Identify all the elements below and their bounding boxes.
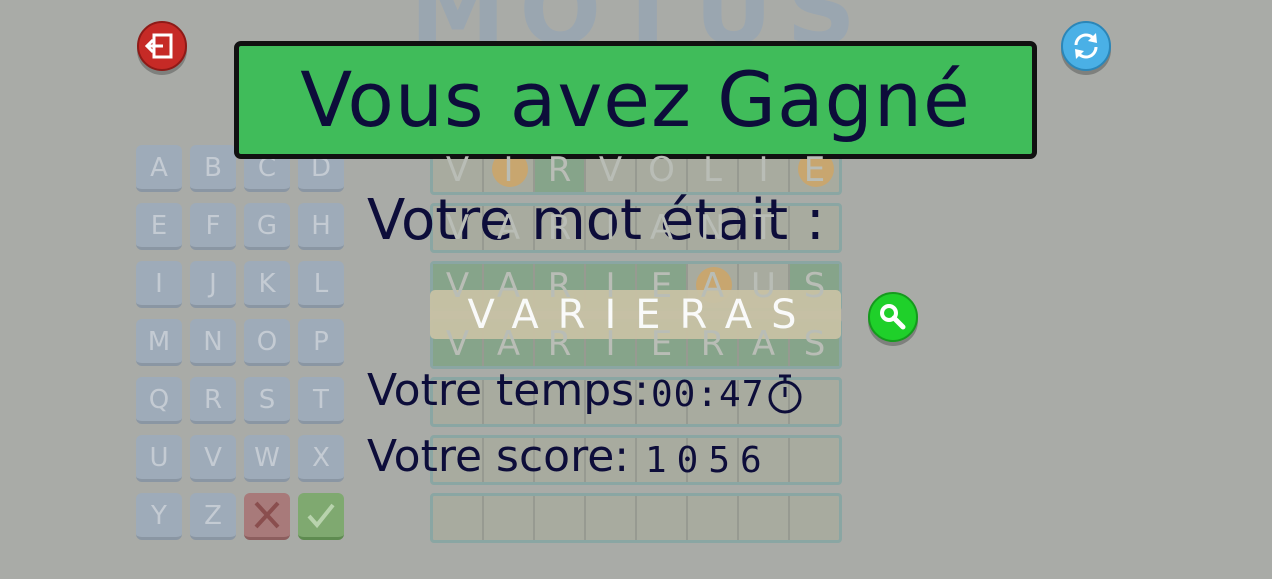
key-q[interactable]: Q (136, 377, 182, 424)
grid-letter: A (751, 324, 776, 364)
grid-letter: A (496, 266, 521, 306)
grid-letter: S (803, 266, 826, 306)
grid-cell (586, 496, 637, 540)
key-k[interactable]: K (244, 261, 290, 308)
grid-cell (790, 496, 839, 540)
cross-icon (254, 501, 280, 529)
grid-cell (688, 496, 739, 540)
exit-button[interactable] (137, 21, 187, 71)
key-l[interactable]: L (298, 261, 344, 308)
grid-cell (433, 496, 484, 540)
refresh-icon (1074, 33, 1098, 59)
grid-letter: A (700, 266, 725, 306)
key-s[interactable]: S (244, 377, 290, 424)
key-j[interactable]: J (190, 261, 236, 308)
grid-letter: I (605, 324, 616, 364)
score-value: 1056 (645, 440, 772, 481)
grid-letter: A (496, 324, 521, 364)
grid-letter: V (598, 150, 623, 190)
grid-letter: V (445, 324, 470, 364)
grid-letter: O (648, 150, 675, 190)
grid-cell (484, 496, 535, 540)
key-r[interactable]: R (190, 377, 236, 424)
solution-word-box: VARIERAS (430, 290, 841, 339)
grid-cell (790, 438, 839, 482)
key-o[interactable]: O (244, 319, 290, 366)
key-y[interactable]: Y (136, 493, 182, 540)
grid-letter: A (496, 208, 521, 248)
score-label: Votre score: (367, 431, 630, 482)
key-g[interactable]: G (244, 203, 290, 250)
grid-letter: R (547, 266, 572, 306)
exit-icon (144, 33, 173, 59)
search-icon (880, 304, 906, 330)
stopwatch-icon (768, 374, 802, 414)
key-f[interactable]: F (190, 203, 236, 250)
grid-letter: V (445, 266, 470, 306)
check-icon (307, 503, 335, 529)
grid-cell (535, 496, 586, 540)
grid-letter: A (649, 208, 674, 248)
grid-letter: N (699, 208, 726, 248)
time-value: 00:47 (651, 374, 765, 415)
grid-letter: I (605, 208, 616, 248)
solution-word: VARIERAS (467, 292, 816, 338)
grid-letter: L (703, 150, 722, 190)
key-p[interactable]: P (298, 319, 344, 366)
grid-letter: I (503, 150, 514, 190)
key-u[interactable]: U (136, 435, 182, 482)
grid-letter: E (650, 324, 673, 364)
grid-letter: R (547, 150, 572, 190)
grid-letter: E (650, 266, 673, 306)
win-banner: Vous avez Gagné (234, 41, 1037, 159)
definition-search-button[interactable] (868, 292, 918, 342)
grid-letter: R (547, 208, 572, 248)
key-i[interactable]: I (136, 261, 182, 308)
grid-letter: R (547, 324, 572, 364)
key-w[interactable]: W (244, 435, 290, 482)
key-a[interactable]: A (136, 145, 182, 192)
key-t[interactable]: T (298, 377, 344, 424)
key-b[interactable]: B (190, 145, 236, 192)
grid-letter: R (700, 324, 725, 364)
grid-letter: T (753, 208, 774, 248)
key-e[interactable]: E (136, 203, 182, 250)
grid-letter: U (751, 266, 776, 306)
grid-letter: V (445, 208, 470, 248)
restart-button[interactable] (1061, 21, 1111, 71)
key-h[interactable]: H (298, 203, 344, 250)
grid-cell (637, 496, 688, 540)
key-n[interactable]: N (190, 319, 236, 366)
key-z[interactable]: Z (190, 493, 236, 540)
grid-letter: I (758, 150, 769, 190)
key-x[interactable]: X (298, 435, 344, 482)
grid-cell (739, 496, 790, 540)
grid-letter: V (445, 150, 470, 190)
delete-key[interactable] (244, 493, 290, 540)
key-m[interactable]: M (136, 319, 182, 366)
grid-letter: S (803, 324, 826, 364)
key-v[interactable]: V (190, 435, 236, 482)
time-label: Votre temps: (367, 365, 649, 416)
submit-key[interactable] (298, 493, 344, 540)
win-title: Vous avez Gagné (300, 55, 971, 144)
grid-letter: I (605, 266, 616, 306)
grid-row (430, 493, 842, 543)
grid-letter: E (803, 150, 826, 190)
